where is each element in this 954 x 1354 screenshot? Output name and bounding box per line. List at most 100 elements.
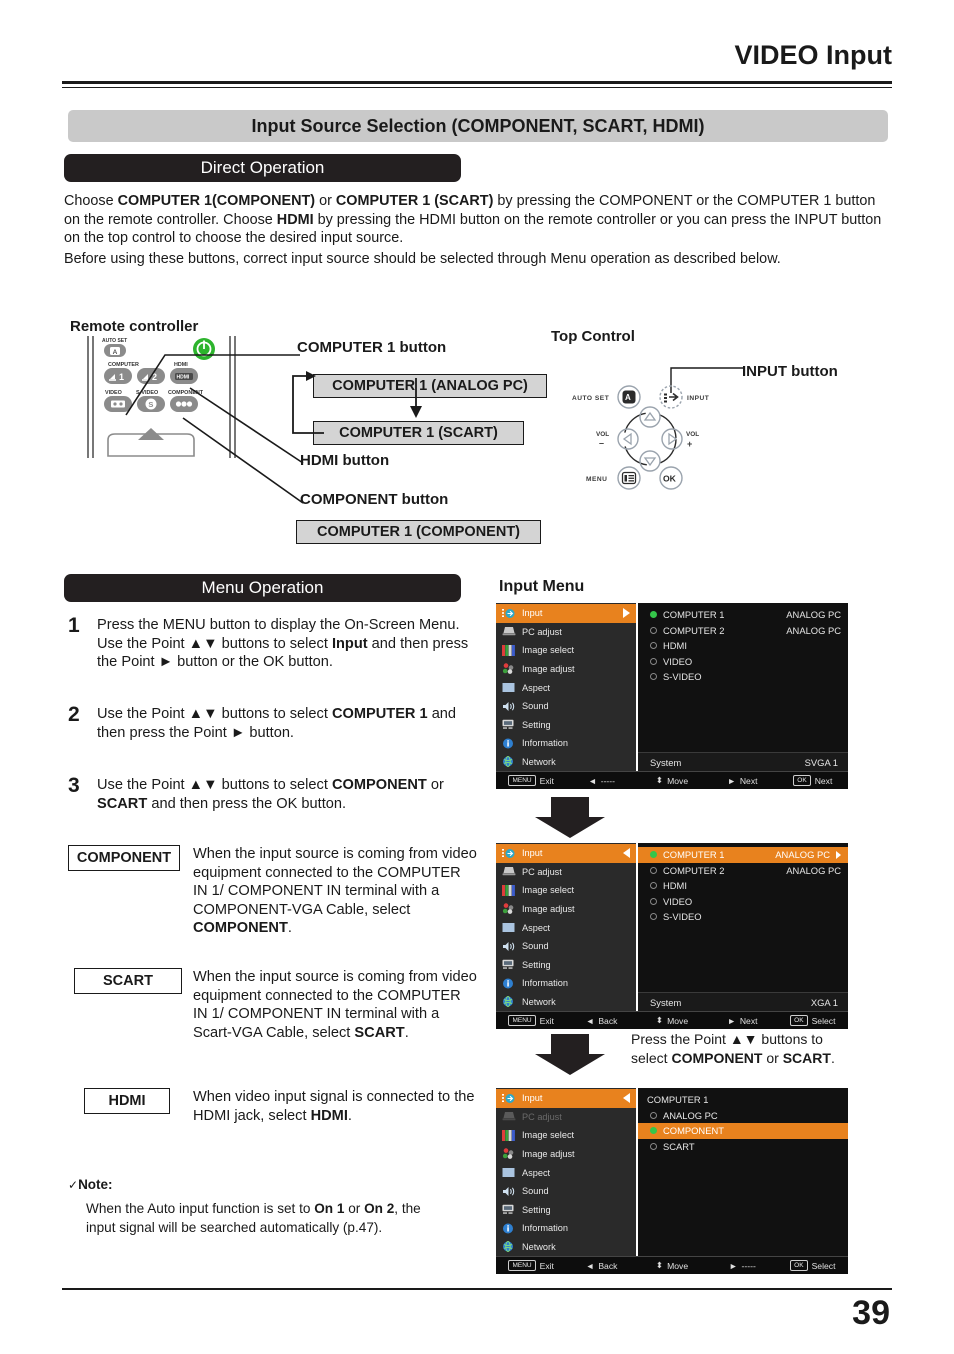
osd3-status-move: ⬍ Move — [637, 1260, 707, 1271]
osd1-sidebar-item-network[interactable]: Network — [496, 753, 636, 772]
sound-icon — [501, 1185, 516, 1197]
manual-page: VIDEO Input Input Source Selection (COMP… — [0, 0, 954, 1354]
image-select-icon — [501, 884, 516, 896]
osd1-sidebar-item-image-select[interactable]: Image select — [496, 641, 636, 660]
osd1-sidebar-item-pc-adjust[interactable]: PC adjust — [496, 623, 636, 642]
osd1-sidebar-label-sound: Sound — [522, 701, 549, 712]
svg-text:–: – — [599, 438, 604, 448]
osd3-row-label-0: ANALOG PC — [663, 1109, 718, 1121]
osd3-sidebar-item-aspect[interactable]: Aspect — [496, 1163, 636, 1182]
osd2-status-next: ► Next — [707, 1016, 777, 1026]
osd1-row-label-0: COMPUTER 1 — [663, 609, 725, 621]
osd2-sidebar-item-image-select[interactable]: Image select — [496, 881, 636, 900]
def-scart-b: SCART — [354, 1024, 405, 1041]
osd3-sidebar-item-image-select[interactable]: Image select — [496, 1126, 636, 1145]
osd2-sidebar-item-information[interactable]: Information — [496, 974, 636, 993]
osd3-row-analog-pc[interactable]: ANALOG PC — [638, 1108, 848, 1124]
osd2-row-svideo[interactable]: S-VIDEO — [638, 909, 848, 925]
osd1-sidebar-item-information[interactable]: Information — [496, 734, 636, 753]
osd3-sidebar-item-information[interactable]: Information — [496, 1219, 636, 1238]
callout-component-button: COMPONENT button — [300, 491, 449, 508]
caption-d: SCART — [782, 1050, 831, 1066]
osd1-status-move-label: Move — [667, 775, 689, 786]
osd3-sidebar-item-sound[interactable]: Sound — [496, 1182, 636, 1201]
chevron-right-icon — [623, 608, 630, 619]
intro-p1-d: COMPUTER 1 (SCART) — [335, 193, 494, 209]
radio-empty-icon — [650, 657, 657, 665]
osd2-row-computer2[interactable]: COMPUTER 2 ANALOG PC — [638, 863, 848, 879]
osd2-sidebar-item-input[interactable]: Input — [496, 844, 636, 863]
def-scart-c: . — [404, 1024, 409, 1041]
menu-keycap-icon: MENU — [508, 1260, 536, 1271]
osd3-status-back: ◄ Back — [566, 1261, 636, 1271]
osd1-panel: COMPUTER 1 ANALOG PC COMPUTER 2 ANALOG P… — [638, 603, 848, 771]
osd2-system-row[interactable]: System XGA 1 — [638, 992, 848, 1011]
osd2-sidebar-item-aspect[interactable]: Aspect — [496, 918, 636, 937]
chevron-right-icon — [836, 850, 841, 859]
osd2-sidebar-item-image-adjust[interactable]: Image adjust — [496, 900, 636, 919]
caption-c: or — [762, 1050, 783, 1066]
osd3-status-exit: MENU Exit — [496, 1260, 566, 1271]
osd2-sidebar-item-pc-adjust[interactable]: PC adjust — [496, 863, 636, 882]
osd1-sidebar-item-aspect[interactable]: Aspect — [496, 678, 636, 697]
osd1-row-computer2[interactable]: COMPUTER 2 ANALOG PC — [638, 623, 848, 639]
osd-screenshot-3: Input PC adjust Image select Image adjus… — [496, 1088, 848, 1274]
osd1-system-row[interactable]: System SVGA 1 — [638, 752, 848, 771]
osd3-sidebar-label-sound: Sound — [522, 1186, 549, 1197]
osd2-sidebar-item-sound[interactable]: Sound — [496, 937, 636, 956]
osd-flow-caption: Press the Point ▲▼ buttons to select COM… — [631, 1030, 861, 1068]
osd2-sidebar-item-network[interactable]: Network — [496, 993, 636, 1012]
left-arrow-icon: ◄ — [585, 1260, 595, 1271]
svg-text:+: + — [687, 439, 692, 449]
osd1-sidebar-item-setting[interactable]: Setting — [496, 715, 636, 734]
note-c: or — [344, 1201, 365, 1216]
pc-adjust-icon — [501, 866, 516, 878]
osd2-system-label: System — [650, 996, 682, 1008]
osd2-statusbar: MENU Exit ◄ Back ⬍ Move ► Next OK Select — [496, 1011, 848, 1029]
osd3-sidebar-item-pc-adjust[interactable]: PC adjust — [496, 1108, 636, 1127]
osd3-sidebar-item-network[interactable]: Network — [496, 1238, 636, 1257]
osd3-sidebar-item-setting[interactable]: Setting — [496, 1200, 636, 1219]
input-icon — [501, 1092, 516, 1104]
intro-paragraph-1: Choose COMPUTER 1(COMPONENT) or COMPUTER… — [64, 192, 888, 248]
osd3-status-move-label: Move — [667, 1260, 689, 1271]
osd1-row-computer1[interactable]: COMPUTER 1 ANALOG PC — [638, 607, 848, 623]
osd1-row-hdmi[interactable]: HDMI — [638, 638, 848, 654]
definition-body-scart: When the input source is coming from vid… — [193, 968, 478, 1042]
osd2-sidebar-item-setting[interactable]: Setting — [496, 955, 636, 974]
osd1-sidebar-item-image-adjust[interactable]: Image adjust — [496, 660, 636, 679]
radio-selected-icon — [650, 851, 657, 859]
osd3-sidebar-item-input[interactable]: Input — [496, 1089, 636, 1108]
definition-key-component: COMPONENT — [68, 845, 180, 871]
osd-screenshot-2: Input PC adjust Image select Image adjus… — [496, 843, 848, 1029]
network-icon — [501, 756, 516, 768]
osd2-row-video[interactable]: VIDEO — [638, 894, 848, 910]
note-heading: Note: — [78, 1177, 113, 1192]
osd2-row-computer1[interactable]: COMPUTER 1 ANALOG PC — [638, 847, 848, 863]
osd1-row-svideo[interactable]: S-VIDEO — [638, 669, 848, 685]
radio-selected-icon — [650, 611, 657, 619]
osd1-sidebar-label-setting: Setting — [522, 719, 551, 730]
osd2-status-ok-label: Select — [811, 1015, 836, 1026]
osd2-sidebar-label-setting: Setting — [522, 959, 551, 970]
note-b: On 1 — [314, 1201, 345, 1216]
menu-keycap-icon: MENU — [508, 1015, 536, 1026]
osd3-row-label-1: COMPONENT — [663, 1125, 724, 1137]
image-adjust-icon — [501, 1148, 516, 1160]
osd1-row-label-1: COMPUTER 2 — [663, 624, 725, 636]
radio-empty-icon — [650, 642, 657, 650]
osd2-system-value: XGA 1 — [810, 996, 838, 1008]
osd2-row-label-3: VIDEO — [663, 895, 693, 907]
osd1-row-video[interactable]: VIDEO — [638, 654, 848, 670]
osd1-sidebar-item-sound[interactable]: Sound — [496, 697, 636, 716]
osd2-row-hdmi[interactable]: HDMI — [638, 878, 848, 894]
right-arrow-icon: ► — [727, 775, 736, 786]
osd3-sidebar-item-image-adjust[interactable]: Image adjust — [496, 1145, 636, 1164]
osd3-row-component[interactable]: COMPONENT — [638, 1123, 848, 1139]
osd2-status-ok: OK Select — [778, 1015, 848, 1026]
osd3-row-scart[interactable]: SCART — [638, 1139, 848, 1155]
osd1-sidebar-label-aspect: Aspect — [522, 682, 551, 693]
step-3-b: COMPONENT — [331, 777, 427, 793]
osd1-system-label: System — [650, 756, 682, 768]
osd1-sidebar-item-input[interactable]: Input — [496, 604, 636, 623]
